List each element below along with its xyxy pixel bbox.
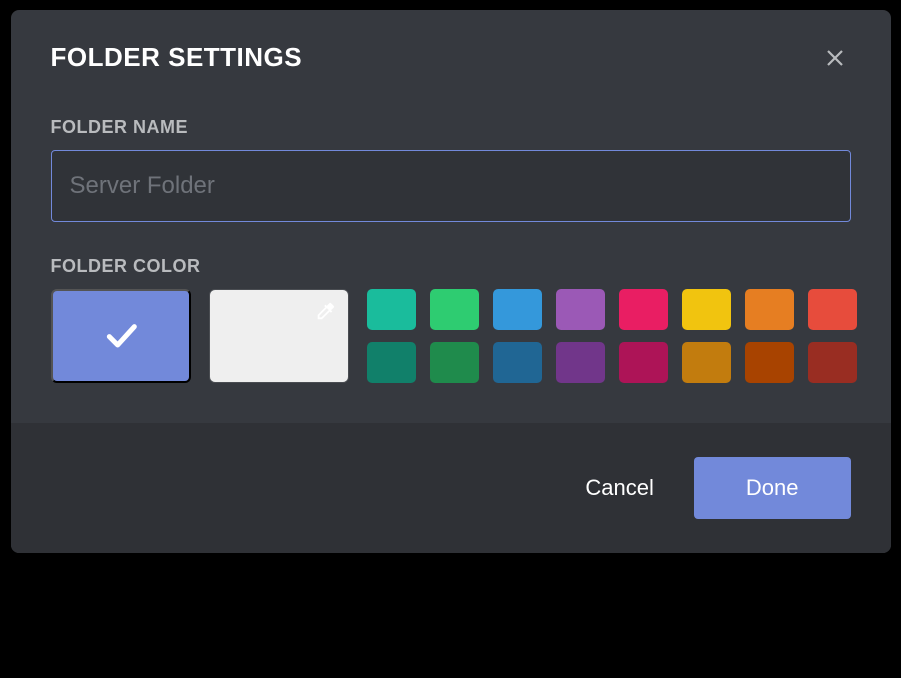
color-row-1 — [367, 289, 857, 330]
modal-title: Folder Settings — [51, 42, 303, 73]
folder-color-label: Folder Color — [51, 256, 851, 277]
color-swatch[interactable] — [430, 289, 479, 330]
folder-name-field: Folder Name — [51, 117, 851, 222]
cancel-button[interactable]: Cancel — [577, 465, 661, 511]
selected-color-swatch[interactable] — [51, 289, 191, 383]
modal-header: Folder Settings — [51, 42, 851, 77]
modal-footer: Cancel Done — [11, 423, 891, 553]
color-swatch[interactable] — [682, 289, 731, 330]
color-swatch[interactable] — [556, 289, 605, 330]
color-swatch[interactable] — [808, 342, 857, 383]
color-swatch[interactable] — [367, 289, 416, 330]
color-swatch[interactable] — [682, 342, 731, 383]
color-swatch[interactable] — [556, 342, 605, 383]
color-swatch[interactable] — [745, 342, 794, 383]
close-button[interactable] — [819, 42, 851, 77]
folder-settings-modal: Folder Settings Folder Name Folder Color — [11, 10, 891, 553]
color-swatch[interactable] — [619, 289, 668, 330]
folder-name-label: Folder Name — [51, 117, 851, 138]
custom-color-swatch[interactable] — [209, 289, 349, 383]
preset-color-grid — [367, 289, 857, 383]
checkmark-icon — [101, 315, 141, 358]
modal-body: Folder Settings Folder Name Folder Color — [11, 10, 891, 423]
color-swatch[interactable] — [493, 342, 542, 383]
color-swatch[interactable] — [430, 342, 479, 383]
folder-color-field: Folder Color — [51, 256, 851, 383]
color-swatch[interactable] — [745, 289, 794, 330]
color-picker — [51, 289, 851, 383]
color-swatch[interactable] — [808, 289, 857, 330]
color-swatch[interactable] — [493, 289, 542, 330]
folder-name-input[interactable] — [51, 150, 851, 222]
close-icon — [823, 46, 847, 73]
done-button[interactable]: Done — [694, 457, 851, 519]
eyedropper-icon — [314, 300, 336, 325]
color-swatch[interactable] — [619, 342, 668, 383]
color-row-2 — [367, 342, 857, 383]
color-swatch[interactable] — [367, 342, 416, 383]
